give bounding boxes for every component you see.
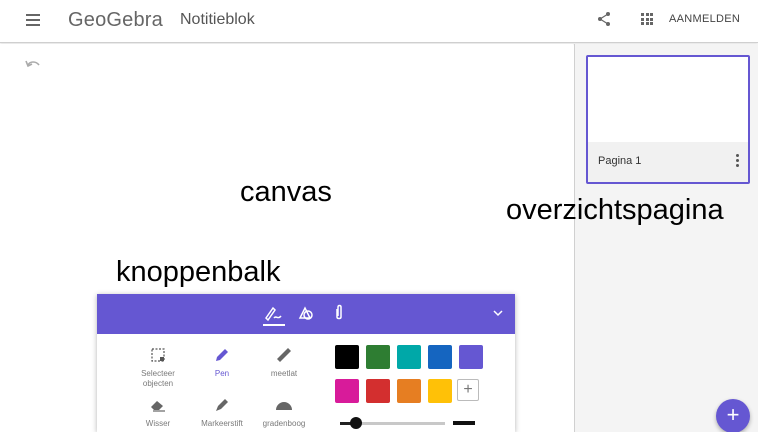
- tool-label-line2: objecten: [142, 379, 174, 388]
- annotation-pages: overzichtspagina: [506, 194, 724, 226]
- add-color-button[interactable]: +: [457, 379, 479, 401]
- tool-label: meetlat: [270, 369, 298, 378]
- page-name: Pagina 1: [598, 155, 642, 167]
- menu-icon[interactable]: [26, 14, 40, 26]
- app-root: GeoGebra Notitieblok AANMELDEN canvas kn…: [0, 0, 758, 432]
- slider-thumb[interactable]: [349, 417, 362, 429]
- ruler-tool[interactable]: meetlat: [254, 344, 314, 379]
- app-header: GeoGebra Notitieblok AANMELDEN: [0, 0, 758, 43]
- select-objects-icon: [151, 348, 165, 362]
- eraser-icon: [151, 401, 165, 412]
- page-card[interactable]: Pagina 1: [586, 55, 750, 184]
- pen-tool[interactable]: Pen: [192, 344, 252, 379]
- protractor-icon: [276, 402, 292, 410]
- sign-in-button[interactable]: AANMELDEN: [669, 13, 740, 25]
- stroke-preview: [453, 421, 475, 425]
- highlighter-tool[interactable]: Markeerstift: [192, 394, 252, 429]
- undo-icon[interactable]: [25, 58, 41, 70]
- tool-label: Wisser: [145, 419, 171, 428]
- protractor-tool[interactable]: gradenboog: [254, 394, 314, 429]
- select-objects-tool[interactable]: Selecteer objecten: [128, 344, 188, 389]
- tool-label: Selecteer: [141, 369, 175, 378]
- ruler-icon: [277, 348, 291, 362]
- app-logo: GeoGebra: [68, 9, 163, 31]
- page-card-footer: Pagina 1: [588, 142, 748, 182]
- add-page-button[interactable]: +: [716, 399, 750, 432]
- tool-label: Pen: [214, 369, 230, 378]
- apps-grid-icon[interactable]: [641, 13, 653, 25]
- eraser-tool[interactable]: Wisser: [128, 394, 188, 429]
- color-swatch[interactable]: [366, 379, 390, 403]
- color-swatch[interactable]: [459, 345, 483, 369]
- annotation-canvas: canvas: [240, 176, 332, 208]
- attach-tab[interactable]: [329, 304, 351, 326]
- share-icon[interactable]: [596, 11, 612, 27]
- toolbar: Selecteer objecten Pen meetlat Wisser Ma…: [97, 294, 515, 432]
- color-swatch[interactable]: [428, 345, 452, 369]
- more-vertical-icon[interactable]: [736, 154, 740, 169]
- color-swatch[interactable]: [366, 345, 390, 369]
- paperclip-icon: [336, 304, 342, 320]
- chevron-down-icon[interactable]: [493, 309, 503, 317]
- annotation-toolbar: knoppenbalk: [116, 256, 281, 288]
- tool-label: Markeerstift: [201, 419, 243, 428]
- app-title: Notitieblok: [180, 11, 255, 28]
- shapes-tab[interactable]: [296, 304, 318, 326]
- color-swatch[interactable]: [397, 379, 421, 403]
- color-swatch[interactable]: [335, 379, 359, 403]
- shapes-icon: [298, 306, 313, 320]
- pen-tools-tab[interactable]: [263, 304, 285, 326]
- color-swatch[interactable]: [428, 379, 452, 403]
- pen-tools-icon: [265, 306, 282, 322]
- highlighter-icon: [216, 399, 228, 411]
- tool-label: gradenboog: [262, 419, 306, 428]
- pen-icon: [216, 349, 228, 361]
- toolbar-header: [97, 294, 515, 334]
- color-swatch[interactable]: [335, 345, 359, 369]
- color-swatch[interactable]: [397, 345, 421, 369]
